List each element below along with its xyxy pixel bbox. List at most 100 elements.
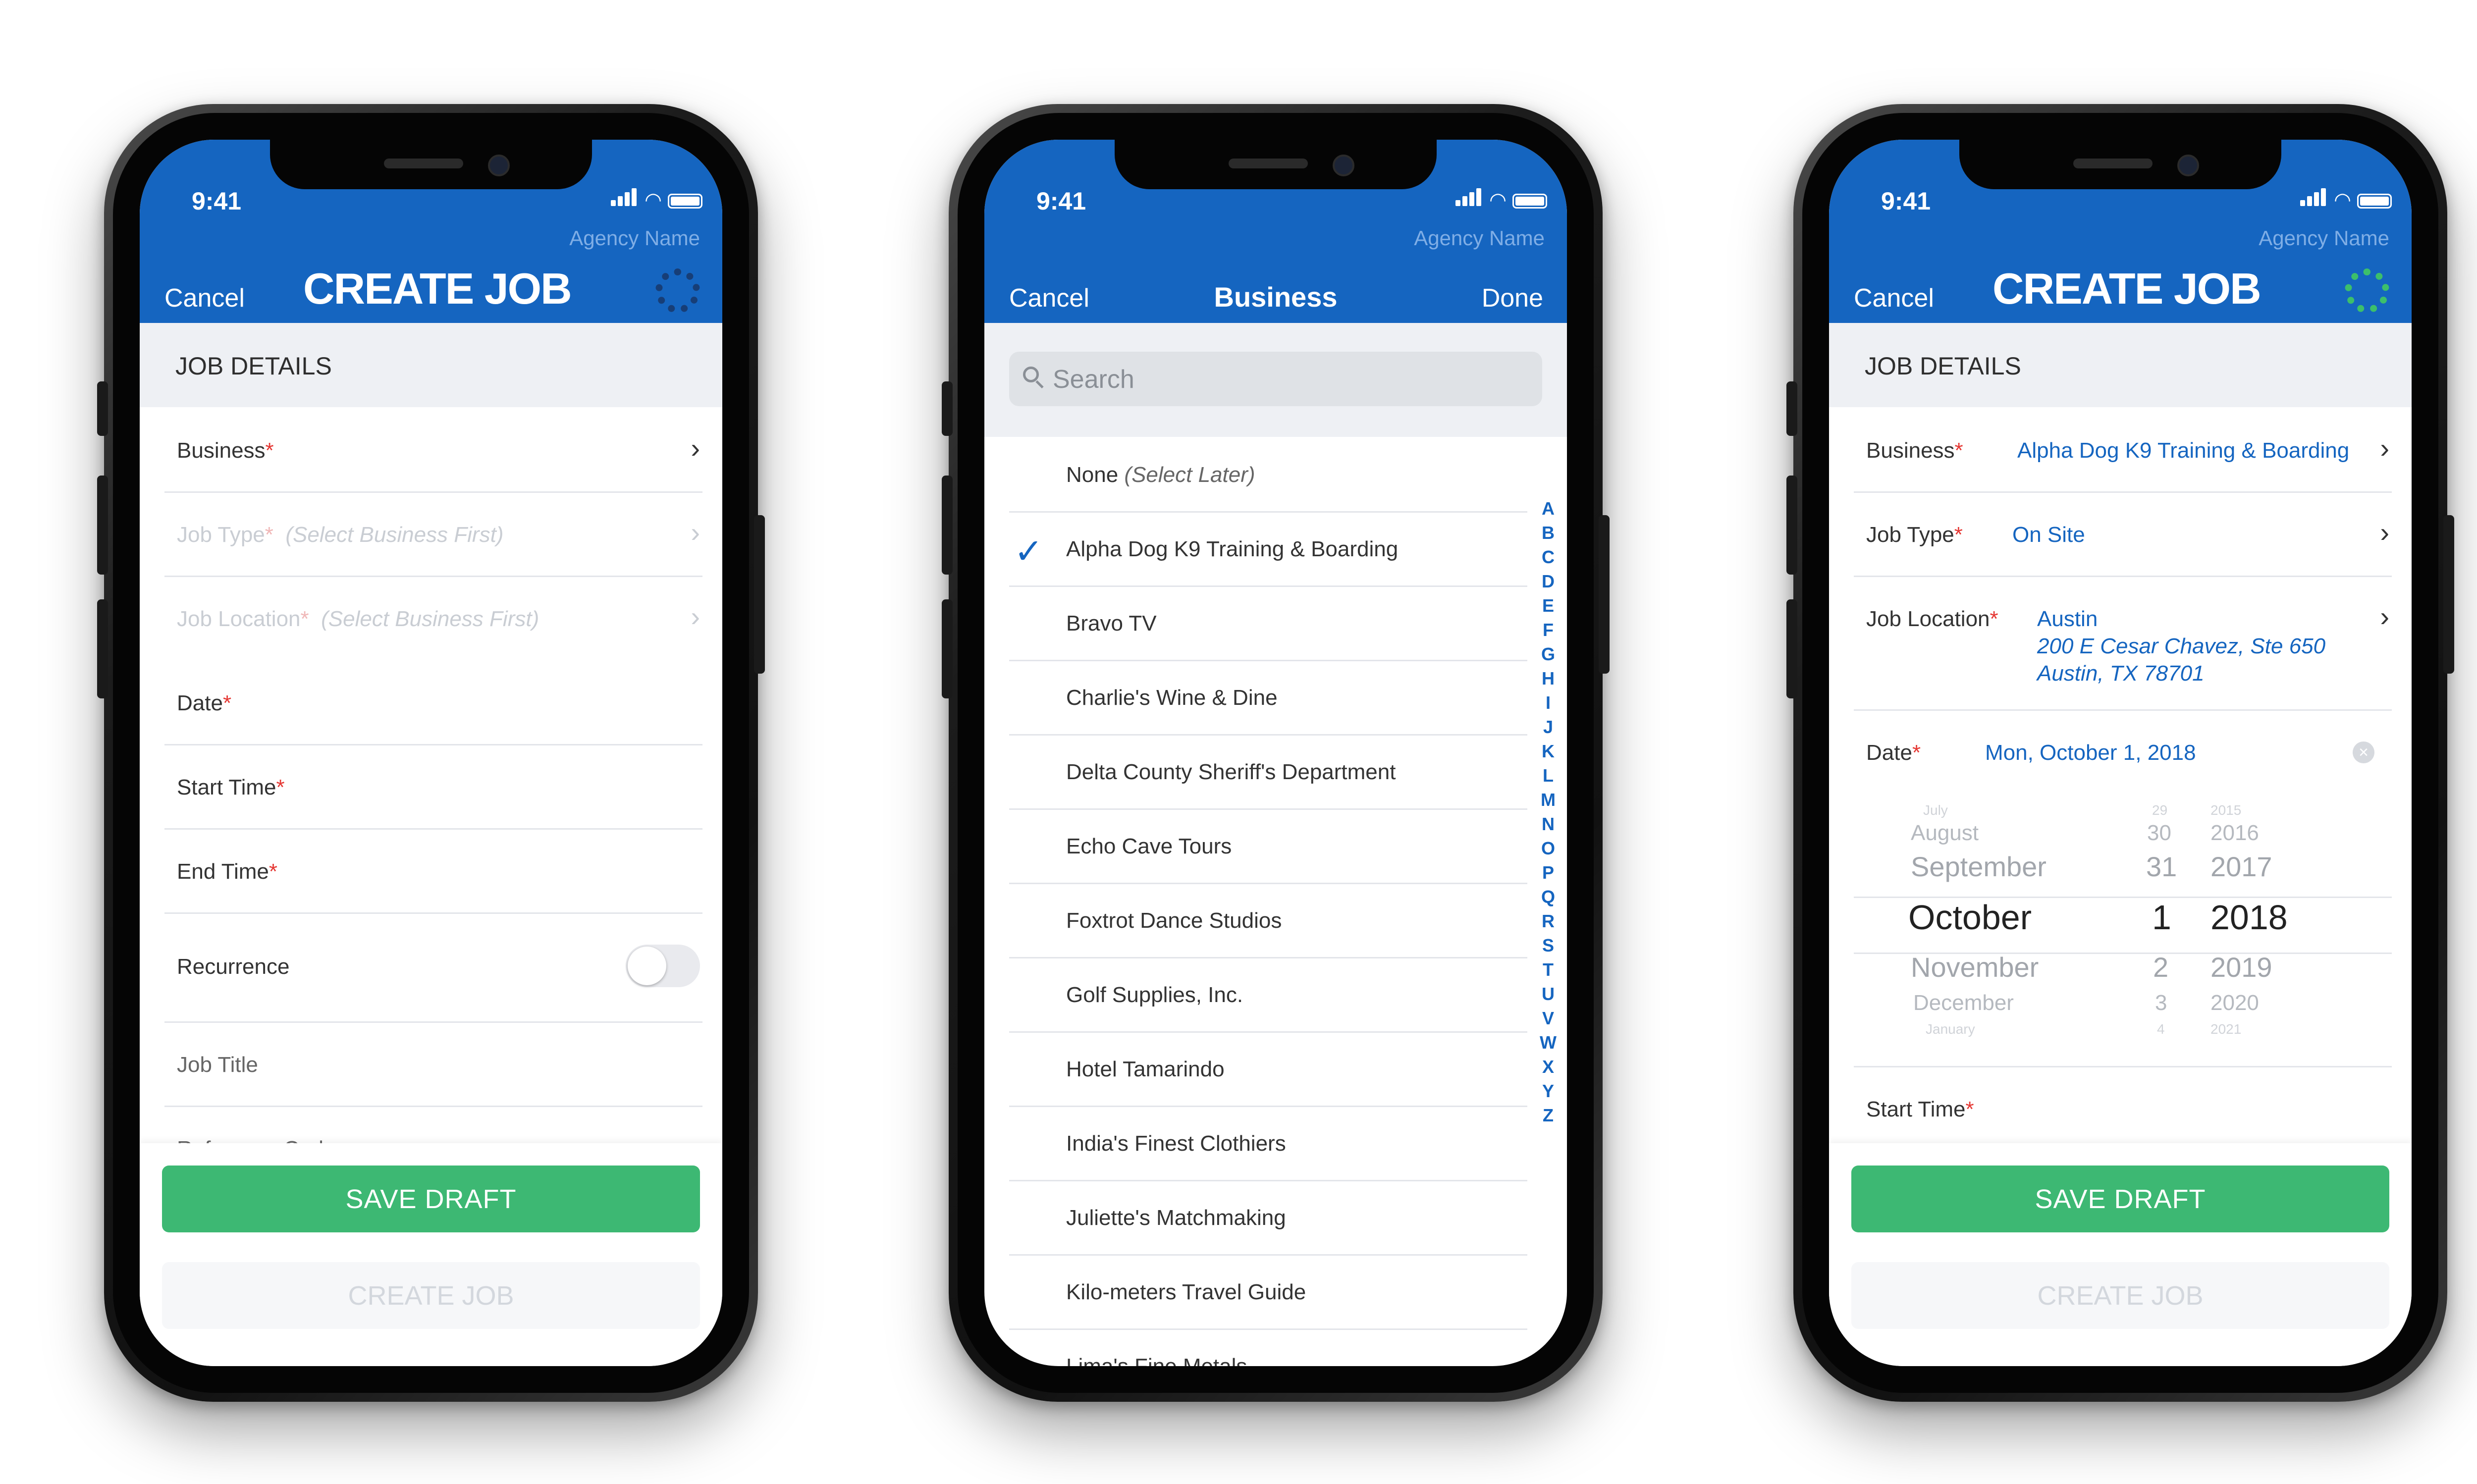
picker-option: 2019 — [2210, 952, 2272, 983]
picker-option: 2020 — [2210, 991, 2259, 1015]
picker-option: December — [1913, 991, 2014, 1015]
index-letter[interactable]: Y — [1542, 1079, 1554, 1103]
done-button[interactable]: Done — [1482, 283, 1543, 313]
start-time-label: Start Time* — [1866, 1097, 1974, 1121]
section-title: JOB DETAILS — [175, 352, 332, 380]
index-letter[interactable]: M — [1541, 788, 1556, 812]
create-job-button[interactable]: CREATE JOB — [162, 1262, 700, 1329]
list-item[interactable]: Charlie's Wine & Dine — [1009, 660, 1527, 736]
notch — [1959, 140, 2281, 189]
index-letter[interactable]: S — [1542, 933, 1554, 957]
cancel-button[interactable]: Cancel — [164, 283, 245, 313]
job-title-row[interactable]: Job Title — [164, 1021, 702, 1107]
index-letter[interactable]: H — [1542, 666, 1555, 690]
list-item[interactable]: Juliette's Matchmaking — [1009, 1180, 1527, 1256]
section-header: JOB DETAILS — [140, 323, 722, 407]
month-wheel[interactable]: July August September October November D… — [1854, 794, 2131, 1066]
list-item[interactable]: India's Finest Clothiers — [1009, 1106, 1527, 1181]
chevron-right-icon: › — [2380, 517, 2389, 548]
date-value: Mon, October 1, 2018 — [1985, 741, 2196, 765]
job-type-row[interactable]: Job Type* On Site › — [1854, 491, 2392, 577]
list-item[interactable]: ✓ Alpha Dog K9 Training & Boarding — [1009, 511, 1527, 587]
list-item[interactable]: Bravo TV — [1009, 585, 1527, 661]
index-letter[interactable]: E — [1542, 593, 1554, 618]
list-item-label: Alpha Dog K9 Training & Boarding — [1066, 537, 1399, 561]
save-draft-button[interactable]: SAVE DRAFT — [162, 1166, 700, 1232]
index-letter[interactable]: D — [1542, 569, 1555, 593]
index-letter[interactable]: P — [1542, 860, 1554, 885]
index-letter[interactable]: F — [1543, 618, 1554, 642]
index-letter[interactable]: R — [1542, 909, 1555, 933]
index-letter[interactable]: Z — [1543, 1103, 1554, 1127]
footer: SAVE DRAFT CREATE JOB — [140, 1143, 722, 1366]
create-job-button[interactable]: CREATE JOB — [1851, 1262, 2389, 1329]
battery-icon — [1512, 194, 1547, 209]
index-letter[interactable]: L — [1543, 763, 1554, 788]
index-letter[interactable]: Q — [1541, 885, 1555, 909]
alphabet-index[interactable]: A B C D E F G H I J K L M N O P Q R S T … — [1538, 496, 1558, 1127]
chevron-right-icon: › — [691, 517, 700, 548]
cancel-button[interactable]: Cancel — [1854, 283, 1934, 313]
location-address-line2: Austin, TX 78701 — [2037, 661, 2205, 686]
business-row[interactable]: Business* Alpha Dog K9 Training & Boardi… — [1854, 407, 2392, 493]
date-picker-wheel[interactable]: July August September October November D… — [1854, 794, 2392, 1067]
date-row[interactable]: Date* Mon, October 1, 2018 × — [1854, 709, 2392, 794]
list-item[interactable]: Hotel Tamarindo — [1009, 1031, 1527, 1107]
business-label: Business* — [1866, 438, 1963, 463]
list-item[interactable]: Lima's Fine Metals — [1009, 1328, 1527, 1366]
list-item[interactable]: Echo Cave Tours — [1009, 808, 1527, 884]
start-time-row[interactable]: Start Time* — [164, 744, 702, 830]
index-letter[interactable]: K — [1542, 739, 1555, 763]
job-location-label: Job Location* — [1866, 607, 1998, 631]
index-letter[interactable]: O — [1541, 836, 1555, 860]
business-row[interactable]: Business* › — [164, 407, 702, 493]
index-letter[interactable]: U — [1542, 982, 1555, 1006]
start-time-row[interactable]: Start Time* — [1854, 1066, 2392, 1152]
picker-option-selected: 2018 — [2210, 898, 2288, 937]
search-input[interactable]: Search — [1009, 352, 1542, 406]
job-location-row[interactable]: Job Location* Austin 200 E Cesar Chavez,… — [1854, 576, 2392, 711]
job-title-field: Job Title — [177, 1053, 258, 1077]
clear-icon[interactable]: × — [2353, 742, 2374, 763]
checkmark-icon: ✓ — [1014, 532, 1043, 571]
list-item-label: Golf Supplies, Inc. — [1066, 983, 1243, 1007]
section-header: JOB DETAILS — [1829, 323, 2412, 407]
index-letter[interactable]: X — [1542, 1055, 1554, 1079]
index-letter[interactable]: A — [1542, 496, 1555, 521]
job-type-label: Job Type* — [1866, 523, 1963, 547]
list-item[interactable]: Kilo-meters Travel Guide — [1009, 1254, 1527, 1330]
list-item-label: None (Select Later) — [1066, 463, 1255, 487]
picker-option-selected: 1 — [2152, 898, 2171, 937]
picker-option: January — [1926, 1021, 1975, 1037]
index-letter[interactable]: J — [1543, 715, 1553, 739]
list-item[interactable]: Delta County Sheriff's Department — [1009, 734, 1527, 810]
loading-spinner-icon — [655, 268, 700, 313]
list-item-none[interactable]: None (Select Later) — [1009, 437, 1527, 513]
index-letter[interactable]: N — [1542, 812, 1555, 836]
status-icons: ◠ — [2300, 188, 2392, 210]
phone-create-job-empty: 9:41 ◠ Agency Name Cancel CREATE JOB JOB… — [97, 104, 765, 1402]
index-letter[interactable]: I — [1546, 690, 1551, 715]
index-letter[interactable]: V — [1542, 1006, 1554, 1030]
agency-name: Agency Name — [1414, 226, 1545, 250]
list-item[interactable]: Golf Supplies, Inc. — [1009, 957, 1527, 1033]
save-draft-button[interactable]: SAVE DRAFT — [1851, 1166, 2389, 1232]
signal-icon — [2300, 188, 2328, 209]
index-letter[interactable]: C — [1542, 545, 1555, 569]
date-row[interactable]: Date* — [164, 660, 702, 745]
screen: 9:41 ◠ Agency Name Cancel CREATE JOB JOB… — [1829, 140, 2412, 1366]
day-wheel[interactable]: 29 30 31 1 2 3 4 — [2131, 794, 2191, 1066]
index-letter[interactable]: G — [1541, 642, 1555, 666]
list-item-label: Lima's Fine Metals — [1066, 1354, 1247, 1366]
index-letter[interactable]: B — [1542, 521, 1555, 545]
chevron-right-icon: › — [2380, 432, 2389, 464]
status-time: 9:41 — [1881, 187, 1931, 215]
list-item[interactable]: Foxtrot Dance Studios — [1009, 883, 1527, 958]
footer: SAVE DRAFT CREATE JOB — [1829, 1143, 2412, 1366]
end-time-row[interactable]: End Time* — [164, 828, 702, 914]
recurrence-toggle[interactable] — [626, 945, 700, 987]
year-wheel[interactable]: 2015 2016 2017 2018 2019 2020 2021 — [2210, 794, 2349, 1066]
index-letter[interactable]: T — [1543, 957, 1554, 982]
job-type-label: Job Type* (Select Business First) — [177, 523, 504, 547]
index-letter[interactable]: W — [1540, 1030, 1557, 1055]
